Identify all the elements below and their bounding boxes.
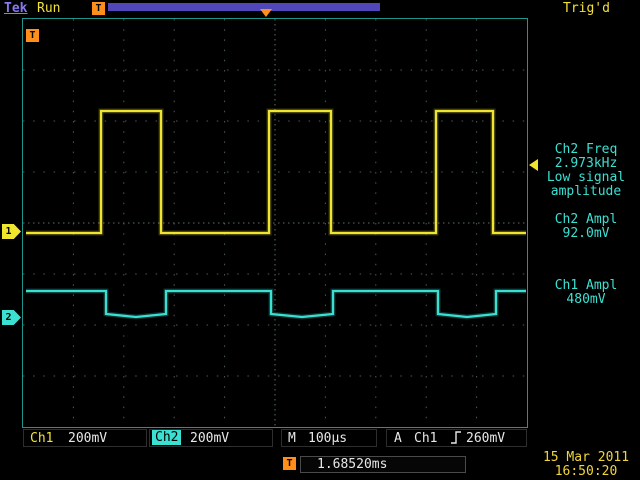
meas-ch2-freq-label: Ch2 Freq (534, 143, 638, 157)
time-readout: 16:50:20 (534, 464, 638, 479)
trigger-position-marker-icon (260, 9, 272, 17)
record-trigger-badge: T (92, 2, 105, 15)
meas-ch2-freq-value: 2.973kHz (534, 157, 638, 171)
rising-edge-icon (450, 430, 462, 445)
ch2-scale: 200mV (190, 431, 229, 446)
trigger-level: 260mV (466, 431, 505, 446)
trace-ch1 (26, 111, 526, 233)
warning-line-2: amplitude (534, 185, 638, 199)
ch1-ground-marker: 1 (2, 224, 21, 239)
ch1-label: Ch1 (30, 431, 53, 446)
trigger-status: Trig'd (563, 1, 610, 16)
timebase-label: M (288, 431, 296, 446)
graticule-area: T (22, 18, 528, 428)
ch2-ground-marker: 2 (2, 310, 21, 325)
meas-ch1-ampl-label: Ch1 Ampl (534, 279, 638, 293)
trigger-time-badge: T (26, 29, 39, 42)
timebase-value: 100µs (308, 431, 347, 446)
acquisition-status: Run (37, 1, 60, 16)
horizontal-position-badge: T (283, 457, 296, 470)
ch2-ground-marker-label: 2 (5, 312, 11, 323)
meas-ch2-ampl-label: Ch2 Ampl (534, 213, 638, 227)
record-view-bar (108, 3, 380, 11)
date-readout: 15 Mar 2011 (534, 450, 638, 465)
ch1-ground-marker-label: 1 (5, 226, 11, 237)
trace-ch2-glow (26, 291, 526, 317)
meas-ch2-ampl-value: 92.0mV (534, 227, 638, 241)
horizontal-position-value: 1.68520ms (300, 456, 466, 473)
waveform-display (23, 19, 527, 427)
brand-logo: Tek (4, 1, 27, 16)
meas-ch1-ampl-value: 480mV (534, 293, 638, 307)
ch1-scale: 200mV (68, 431, 107, 446)
oscilloscope-display: Tek Run T Trig'd T 1 2 Ch2 Freq 2.973kHz… (0, 0, 640, 480)
trigger-source: Ch1 (414, 431, 437, 446)
ch2-label-chip: Ch2 (152, 430, 181, 445)
warning-line-1: Low signal (534, 171, 638, 185)
trigger-mode: A (394, 431, 402, 446)
